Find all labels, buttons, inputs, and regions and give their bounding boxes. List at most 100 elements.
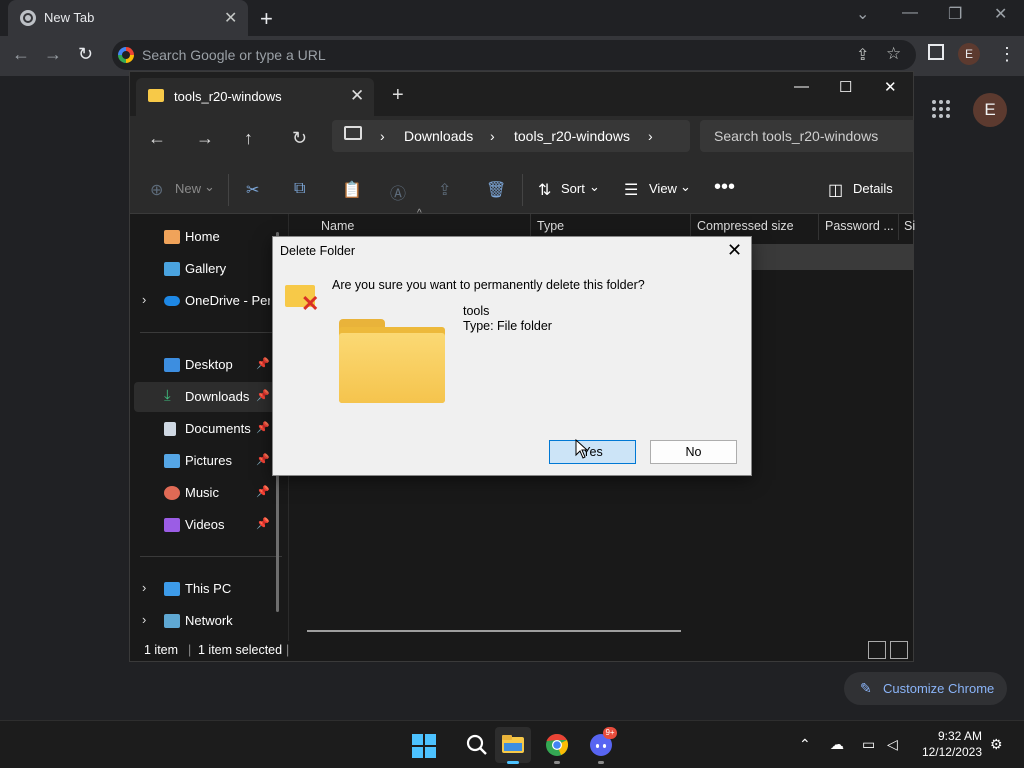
search-placeholder: Search tools_r20-windows — [714, 128, 879, 144]
onedrive-tray-icon[interactable]: ☁ — [830, 736, 844, 753]
google-account-avatar[interactable]: E — [973, 93, 1007, 127]
chrome-icon — [20, 10, 36, 26]
sidebar-item-documents[interactable]: Documents 📌 — [134, 414, 284, 444]
pin-icon[interactable]: 📌 — [256, 485, 270, 498]
tab-search-icon[interactable]: ⌄ — [856, 4, 869, 24]
close-icon[interactable]: ✕ — [727, 240, 742, 261]
search-button[interactable] — [459, 727, 495, 763]
details-button[interactable]: Details — [853, 181, 893, 196]
volume-muted-icon[interactable]: ◁ — [887, 736, 898, 753]
breadcrumb[interactable]: › Downloads › tools_r20-windows › — [332, 120, 690, 152]
refresh-icon[interactable]: ↻ — [292, 128, 307, 149]
delete-folder-dialog: Delete Folder ✕ ✕ Are you sure you want … — [272, 236, 752, 476]
customize-chrome-button[interactable]: ✎ Customize Chrome — [844, 672, 1007, 705]
chevron-right-icon[interactable]: › — [142, 580, 146, 595]
column-header-name[interactable]: Name — [321, 219, 354, 233]
sidebar-item-videos[interactable]: Videos 📌 — [134, 510, 284, 540]
sidebar-item-desktop[interactable]: Desktop 📌 — [134, 350, 284, 380]
copy-icon[interactable]: ⧉ — [294, 180, 305, 198]
minimize-icon[interactable]: — — [902, 4, 918, 22]
sidebar-item-onedrive[interactable]: › OneDrive - Personal — [134, 286, 284, 316]
new-button[interactable]: New — [175, 181, 201, 196]
chrome-taskbar-button[interactable] — [539, 727, 575, 763]
view-button[interactable]: View — [649, 181, 677, 196]
back-icon[interactable]: ← — [12, 44, 30, 65]
sidebar-item-label: Documents — [185, 421, 251, 436]
horizontal-scrollbar[interactable] — [307, 630, 681, 632]
breadcrumb-current-folder[interactable]: tools_r20-windows — [514, 128, 630, 144]
column-header-size[interactable]: Si — [904, 219, 915, 233]
minimize-icon[interactable]: — — [794, 78, 809, 95]
clock-date[interactable]: 12/12/2023 — [914, 745, 982, 759]
pin-icon[interactable]: 📌 — [256, 357, 270, 370]
sidebar-item-downloads[interactable]: ⤓ Downloads 📌 — [134, 382, 284, 412]
back-icon[interactable]: ← — [148, 128, 166, 149]
notifications-icon[interactable]: ⚙ — [990, 736, 1003, 753]
google-apps-icon[interactable] — [932, 100, 952, 120]
pin-icon[interactable]: 📌 — [256, 453, 270, 466]
close-window-icon[interactable]: ✕ — [884, 78, 897, 96]
sort-icon[interactable]: ⇅ — [538, 180, 551, 200]
omnibox[interactable]: Search Google or type a URL ⇪ ☆ — [112, 40, 916, 70]
windows-start-icon[interactable] — [412, 734, 436, 758]
profile-avatar[interactable]: E — [958, 43, 980, 65]
chevron-right-icon[interactable]: › — [142, 612, 146, 627]
more-options-icon[interactable]: ••• — [714, 176, 735, 199]
column-divider[interactable] — [818, 214, 819, 240]
tiles-view-icon[interactable] — [890, 641, 908, 659]
details-view-icon[interactable] — [868, 641, 886, 659]
no-button[interactable]: No — [650, 440, 737, 464]
clock-time[interactable]: 9:32 AM — [920, 729, 982, 743]
network-icon — [164, 614, 180, 628]
pin-icon[interactable]: 📌 — [256, 517, 270, 530]
chevron-down-icon: ⌄ — [589, 179, 600, 194]
new-tab-button[interactable]: + — [260, 6, 273, 32]
delete-icon[interactable]: 🗑 — [486, 180, 506, 200]
column-header-password[interactable]: Password ... — [825, 219, 894, 233]
cut-icon[interactable]: ✂ — [246, 180, 259, 200]
sidebar-item-music[interactable]: Music 📌 — [134, 478, 284, 508]
breadcrumb-chevron-icon[interactable]: › — [648, 128, 653, 144]
menu-kebab-icon[interactable]: ⋮ — [998, 44, 1016, 65]
sort-button[interactable]: Sort — [561, 181, 585, 196]
side-panel-icon[interactable] — [928, 44, 944, 60]
sidebar-item-network[interactable]: › Network — [134, 606, 284, 636]
documents-icon — [164, 422, 176, 436]
forward-icon[interactable]: → — [44, 44, 62, 65]
forward-icon[interactable]: → — [196, 128, 214, 149]
maximize-icon[interactable]: ☐ — [839, 78, 852, 96]
yes-button[interactable]: Yes — [549, 440, 636, 464]
close-tab-icon[interactable]: ✕ — [350, 86, 364, 106]
share-icon[interactable]: ⇪ — [856, 45, 869, 65]
view-icon[interactable]: ☰ — [624, 180, 638, 200]
pin-icon[interactable]: 📌 — [256, 389, 270, 402]
folder-icon — [339, 319, 447, 403]
new-tab-button[interactable]: + — [392, 84, 404, 107]
file-explorer-taskbar-button[interactable] — [495, 727, 531, 763]
running-indicator — [554, 761, 560, 764]
pin-icon[interactable]: 📌 — [256, 421, 270, 434]
desktop-icon — [164, 358, 180, 372]
column-header-compressed-size[interactable]: Compressed size — [697, 219, 794, 233]
column-divider[interactable] — [898, 214, 899, 240]
sidebar-item-this-pc[interactable]: › This PC — [134, 574, 284, 604]
restore-icon[interactable]: ❐ — [948, 4, 962, 24]
bookmark-star-icon[interactable]: ☆ — [886, 44, 901, 64]
new-icon[interactable]: ⊕ — [150, 180, 163, 200]
close-window-icon[interactable]: ✕ — [994, 4, 1007, 24]
up-icon[interactable]: ↑ — [244, 128, 253, 149]
breadcrumb-downloads[interactable]: Downloads — [404, 128, 473, 144]
sidebar-item-gallery[interactable]: Gallery — [134, 254, 284, 284]
network-tray-icon[interactable]: ▭ — [862, 736, 875, 753]
close-tab-icon[interactable]: ✕ — [224, 8, 237, 28]
chevron-up-icon[interactable]: ⌃ — [799, 736, 811, 753]
reload-icon[interactable]: ↻ — [78, 44, 93, 65]
chevron-right-icon[interactable]: › — [142, 292, 146, 307]
chrome-tab-new-tab[interactable]: New Tab ✕ — [8, 0, 248, 36]
search-input[interactable]: Search tools_r20-windows — [700, 120, 914, 152]
column-header-type[interactable]: Type — [537, 219, 564, 233]
sidebar-item-pictures[interactable]: Pictures 📌 — [134, 446, 284, 476]
sidebar-item-home[interactable]: Home — [134, 222, 284, 252]
explorer-tab[interactable]: tools_r20-windows ✕ — [136, 78, 374, 116]
details-pane-icon[interactable]: ◫ — [828, 180, 843, 200]
